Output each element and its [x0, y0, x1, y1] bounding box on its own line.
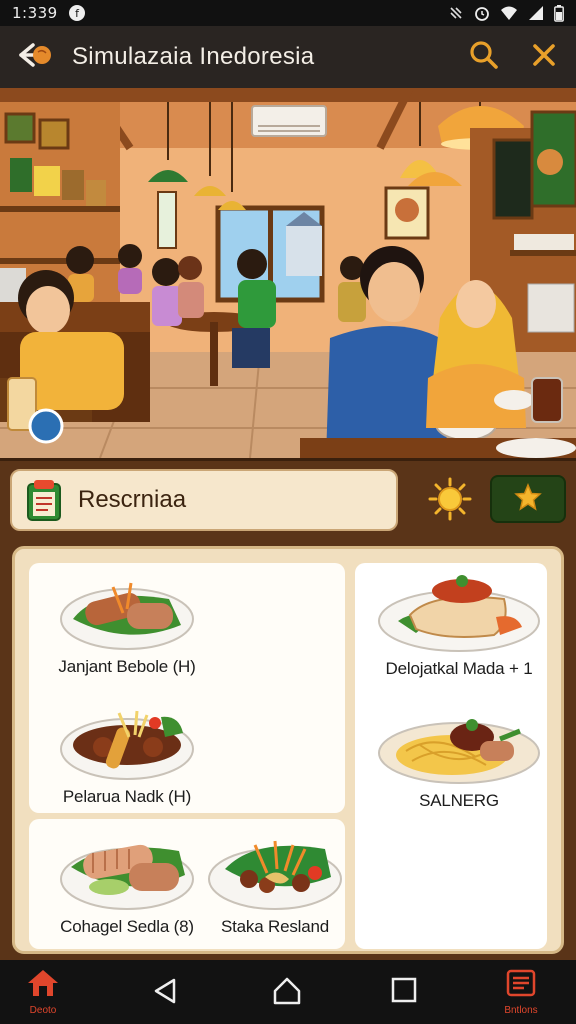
menu-tab[interactable]: Bntlons: [504, 968, 538, 1016]
section-title: Rescrniaa: [78, 486, 187, 513]
search-icon: [469, 40, 499, 75]
notification-icon: f: [68, 4, 86, 22]
dish-image: [378, 575, 540, 652]
section-bar: Rescrniaa: [0, 458, 576, 540]
favorite-button[interactable]: [490, 475, 566, 523]
section-header[interactable]: Rescrniaa: [10, 469, 398, 531]
back-arrow-icon: [17, 39, 55, 76]
app-title: Simulazaia Inedoresia: [72, 43, 315, 70]
back-triangle-icon: [150, 976, 180, 1011]
menu-tab-label: Bntlons: [504, 1005, 538, 1016]
dish-image: [60, 844, 194, 910]
sun-button[interactable]: [428, 477, 472, 521]
alarm-icon: [474, 5, 490, 21]
dish-item[interactable]: Staka Resland: [201, 827, 349, 937]
dish-name: Staka Resland: [221, 917, 329, 936]
restaurant-scene: [0, 88, 576, 458]
back-nav-button[interactable]: [150, 976, 180, 1011]
battery-icon: [554, 4, 564, 22]
navigation-bar: Deoto Bntlons: [0, 960, 576, 1024]
circle-home-icon: [272, 976, 302, 1011]
status-bar: 1:339 f: [0, 0, 576, 26]
dish-item[interactable]: SALNERG: [367, 701, 551, 811]
home-tab-label: Deoto: [29, 1005, 57, 1016]
restaurant-scene-illustration: [0, 88, 576, 458]
dish-name: Pelarua Nadk (H): [62, 787, 192, 806]
menu-book-icon: [504, 968, 538, 1003]
star-icon: [513, 482, 543, 517]
home-icon: [26, 968, 60, 1003]
dish-image: [378, 719, 540, 784]
close-icon: [532, 43, 556, 72]
nfc-icon: [448, 5, 464, 21]
dish-item[interactable]: Pelarua Nadk (H): [39, 697, 215, 807]
recents-nav-button[interactable]: [390, 976, 418, 1009]
dish-item[interactable]: Janjant Bebole (H): [39, 569, 215, 677]
search-button[interactable]: [466, 39, 502, 75]
square-recents-icon: [390, 976, 418, 1009]
dish-name: Cohagel Sedla (8): [60, 917, 194, 936]
dish-name: SALNERG: [419, 791, 499, 810]
clipboard-icon: [24, 478, 64, 522]
dish-image: [60, 710, 194, 780]
menu-section: Janjant Bebole (H) Delojatkal Mada + 1 P…: [0, 540, 576, 960]
wifi-icon: [500, 5, 518, 21]
close-button[interactable]: [526, 39, 562, 75]
signal-icon: [528, 5, 544, 21]
dish-image: [60, 582, 194, 650]
sun-icon: [428, 477, 472, 525]
home-nav-button[interactable]: [272, 976, 302, 1011]
dish-name: Delojatkal Mada + 1: [385, 659, 533, 678]
app-header: Simulazaia Inedoresia: [0, 26, 576, 88]
dish-item[interactable]: Cohagel Sedla (8): [39, 827, 215, 937]
back-button[interactable]: [14, 35, 58, 79]
dish-name: Janjant Bebole (H): [58, 657, 196, 676]
status-time: 1:339: [12, 4, 58, 22]
menu-panel: Janjant Bebole (H) Delojatkal Mada + 1 P…: [12, 546, 564, 954]
home-tab[interactable]: Deoto: [26, 968, 60, 1016]
dish-image: [208, 840, 342, 910]
dish-item[interactable]: Delojatkal Mada + 1: [367, 569, 551, 679]
